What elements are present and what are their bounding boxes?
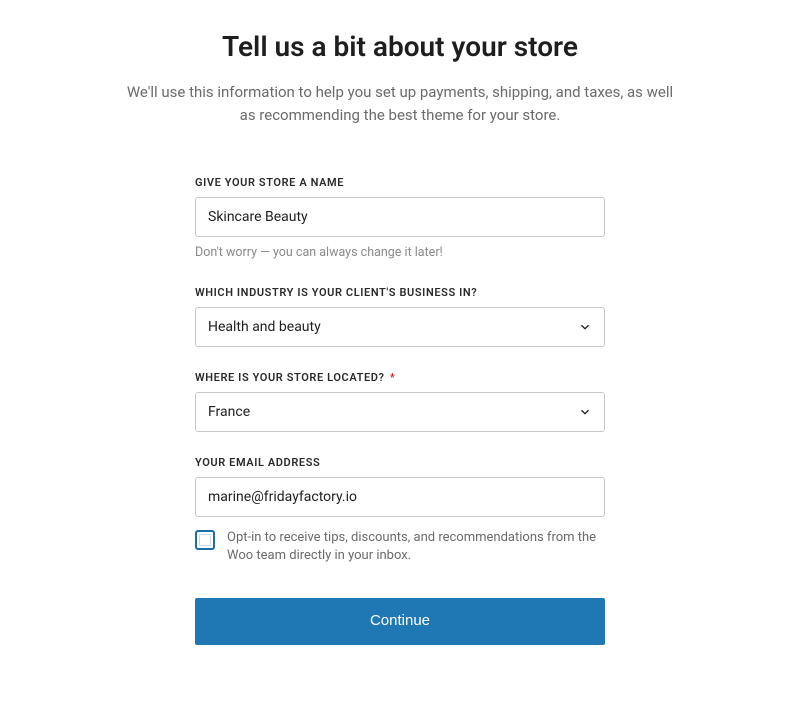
industry-selected-value: Health and beauty: [208, 319, 321, 335]
page-title: Tell us a bit about your store: [100, 30, 700, 63]
email-group: YOUR EMAIL ADDRESS: [195, 456, 605, 517]
continue-button[interactable]: Continue: [195, 598, 605, 645]
chevron-down-icon: [578, 320, 592, 334]
email-input[interactable]: [195, 477, 605, 517]
required-marker: *: [390, 371, 396, 384]
chevron-down-icon: [578, 405, 592, 419]
location-label: WHERE IS YOUR STORE LOCATED? *: [195, 371, 605, 384]
store-profile-form: GIVE YOUR STORE A NAME Don't worry — you…: [195, 176, 605, 646]
industry-label: WHICH INDUSTRY IS YOUR CLIENT'S BUSINESS…: [195, 286, 605, 299]
store-name-label: GIVE YOUR STORE A NAME: [195, 176, 605, 189]
location-label-text: WHERE IS YOUR STORE LOCATED?: [195, 371, 385, 384]
onboarding-form-container: Tell us a bit about your store We'll use…: [0, 0, 800, 645]
location-group: WHERE IS YOUR STORE LOCATED? * France: [195, 371, 605, 432]
page-subtitle: We'll use this information to help you s…: [120, 81, 680, 128]
industry-select[interactable]: Health and beauty: [195, 307, 605, 347]
location-select[interactable]: France: [195, 392, 605, 432]
store-name-group: GIVE YOUR STORE A NAME Don't worry — you…: [195, 176, 605, 260]
optin-label: Opt-in to receive tips, discounts, and r…: [227, 529, 605, 567]
optin-row: Opt-in to receive tips, discounts, and r…: [195, 529, 605, 567]
store-name-helper: Don't worry — you can always change it l…: [195, 245, 605, 260]
optin-checkbox[interactable]: [195, 530, 215, 550]
email-label: YOUR EMAIL ADDRESS: [195, 456, 605, 469]
store-name-input[interactable]: [195, 197, 605, 237]
location-selected-value: France: [208, 404, 250, 420]
industry-group: WHICH INDUSTRY IS YOUR CLIENT'S BUSINESS…: [195, 286, 605, 347]
